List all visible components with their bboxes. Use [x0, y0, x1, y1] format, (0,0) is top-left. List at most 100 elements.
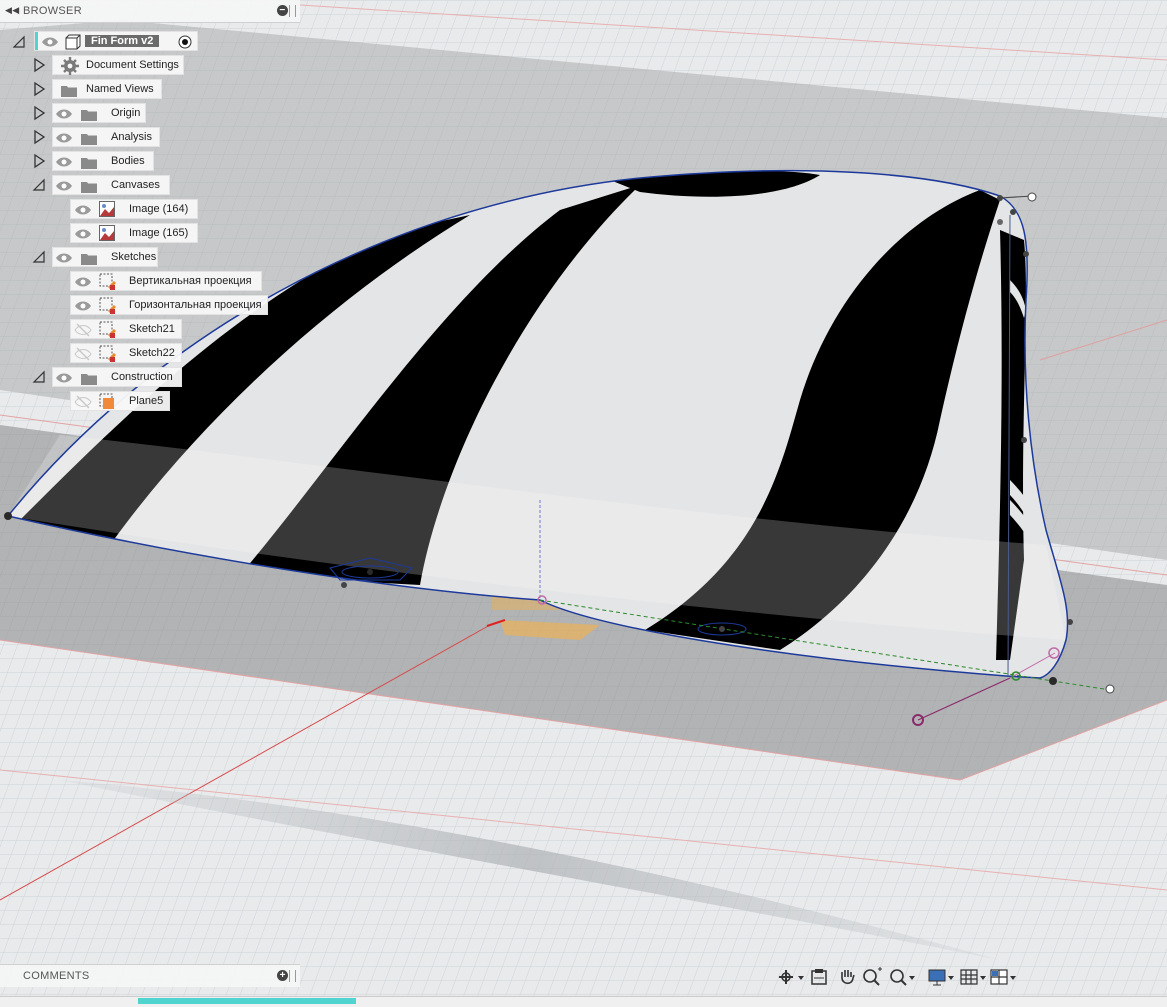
tree-item[interactable]: Image (165) — [0, 223, 300, 243]
tree-item-chip[interactable]: Plane5 — [70, 391, 170, 411]
sketch-icon — [99, 321, 117, 344]
tree-item-label: Construction — [111, 371, 173, 383]
tree-item-label: Analysis — [111, 131, 152, 143]
display-settings-icon[interactable] — [926, 966, 956, 988]
eye-hidden-icon[interactable] — [74, 323, 92, 337]
active-indicator — [35, 32, 38, 50]
tree-item-chip[interactable]: Canvases — [52, 175, 170, 195]
collapse-panel-icon[interactable]: ◀◀ — [5, 5, 19, 16]
tree-item[interactable]: Sketches — [0, 247, 300, 267]
folder-icon — [81, 108, 97, 126]
image-icon — [99, 225, 115, 246]
tree-item-chip[interactable]: Sketch22 — [70, 343, 182, 363]
folder-icon — [81, 132, 97, 150]
tree-item[interactable]: Вертикальная проекция — [0, 271, 300, 291]
tree-item[interactable]: Document Settings — [0, 55, 300, 75]
expand-triangle-icon[interactable] — [32, 57, 46, 73]
zoom-window-icon[interactable] — [858, 966, 888, 988]
gear-icon — [61, 57, 79, 80]
tree-root[interactable]: Fin Form v2 — [0, 31, 300, 51]
tree-item-chip[interactable]: Analysis — [52, 127, 160, 147]
eye-icon[interactable] — [74, 275, 92, 289]
eye-hidden-icon[interactable] — [74, 347, 92, 361]
tree-item-chip[interactable]: Document Settings — [52, 55, 184, 75]
tree-item[interactable]: Analysis — [0, 127, 300, 147]
tree-item[interactable]: Plane5 — [0, 391, 300, 411]
folder-icon — [81, 180, 97, 198]
tree-item[interactable]: Горизонтальная проекция — [0, 295, 300, 315]
viewports-icon[interactable] — [988, 966, 1018, 988]
tree-item-label: Sketch21 — [129, 323, 175, 335]
eye-icon[interactable] — [74, 203, 92, 217]
plane-icon — [99, 393, 117, 416]
tree-item-chip[interactable]: Bodies — [52, 151, 154, 171]
eye-icon[interactable] — [41, 35, 59, 49]
eye-icon[interactable] — [74, 227, 92, 241]
collapse-triangle-icon[interactable] — [12, 34, 26, 50]
tree-item[interactable]: Sketch22 — [0, 343, 300, 363]
tree-item[interactable]: Construction — [0, 367, 300, 387]
eye-icon[interactable] — [55, 131, 73, 145]
tree-item-label: Image (165) — [129, 227, 189, 239]
collapse-triangle-icon[interactable] — [32, 249, 46, 265]
zoom-icon[interactable] — [886, 966, 916, 988]
folder-icon — [81, 372, 97, 390]
root-chip[interactable]: Fin Form v2 — [34, 31, 198, 51]
tree-item-chip[interactable]: Sketches — [52, 247, 158, 267]
collapse-triangle-icon[interactable] — [32, 369, 46, 385]
tree-item-chip[interactable]: Construction — [52, 367, 182, 387]
tree-item-chip[interactable]: Image (164) — [70, 199, 198, 219]
tree-item-chip[interactable]: Image (165) — [70, 223, 198, 243]
collapse-triangle-icon[interactable] — [32, 177, 46, 193]
image-icon — [99, 201, 115, 222]
eye-icon[interactable] — [74, 299, 92, 313]
tree-item[interactable]: Bodies — [0, 151, 300, 171]
minus-icon[interactable]: − — [277, 5, 288, 16]
status-bar — [0, 996, 1167, 1007]
tree-item-label: Горизонтальная проекция — [129, 299, 262, 311]
sketch-icon — [99, 297, 117, 320]
tree-item-label: Sketches — [111, 251, 157, 263]
tree-item-chip[interactable]: Горизонтальная проекция — [70, 295, 268, 315]
tree-item-label: Canvases — [111, 179, 160, 191]
browser-panel: ◀◀ BROWSER − Fin Form v2 Document Settin… — [0, 0, 300, 420]
expand-triangle-icon[interactable] — [32, 153, 46, 169]
tree-item[interactable]: Named Views — [0, 79, 300, 99]
tree-item-chip[interactable]: Вертикальная проекция — [70, 271, 262, 291]
tree-item-label: Document Settings — [86, 59, 179, 71]
eye-icon[interactable] — [55, 371, 73, 385]
sketch-icon — [99, 273, 117, 296]
activate-radio-icon[interactable] — [178, 35, 192, 49]
expand-triangle-icon[interactable] — [32, 81, 46, 97]
folder-icon — [81, 156, 97, 174]
look-at-icon[interactable] — [806, 966, 836, 988]
folder-icon — [61, 84, 77, 102]
expand-triangle-icon[interactable] — [32, 129, 46, 145]
tree-item[interactable]: Sketch21 — [0, 319, 300, 339]
tree-item-chip[interactable]: Origin — [52, 103, 146, 123]
eye-icon[interactable] — [55, 179, 73, 193]
grid-icon[interactable] — [958, 966, 988, 988]
tree-item-label: Sketch22 — [129, 347, 175, 359]
component-icon — [65, 34, 81, 50]
eye-icon[interactable] — [55, 155, 73, 169]
tree-item-chip[interactable]: Named Views — [52, 79, 162, 99]
sketch-icon — [99, 345, 117, 368]
orbit-icon[interactable] — [776, 966, 806, 988]
expand-triangle-icon[interactable] — [32, 105, 46, 121]
progress-bar — [138, 998, 356, 1004]
eye-icon[interactable] — [55, 251, 73, 265]
tree-item-label: Plane5 — [129, 395, 164, 407]
eye-hidden-icon[interactable] — [74, 395, 92, 409]
comments-grip-icon[interactable] — [289, 970, 296, 982]
add-comment-icon[interactable]: + — [277, 970, 288, 981]
comments-panel: COMMENTS + — [0, 964, 300, 987]
tree-item[interactable]: Origin — [0, 103, 300, 123]
tree-item-chip[interactable]: Sketch21 — [70, 319, 182, 339]
tree-item-label: Origin — [111, 107, 141, 119]
tree-item[interactable]: Image (164) — [0, 199, 300, 219]
eye-icon[interactable] — [55, 107, 73, 121]
panel-grip-icon[interactable] — [289, 5, 296, 17]
tree-item-label: Вертикальная проекция — [129, 275, 252, 287]
tree-item[interactable]: Canvases — [0, 175, 300, 195]
